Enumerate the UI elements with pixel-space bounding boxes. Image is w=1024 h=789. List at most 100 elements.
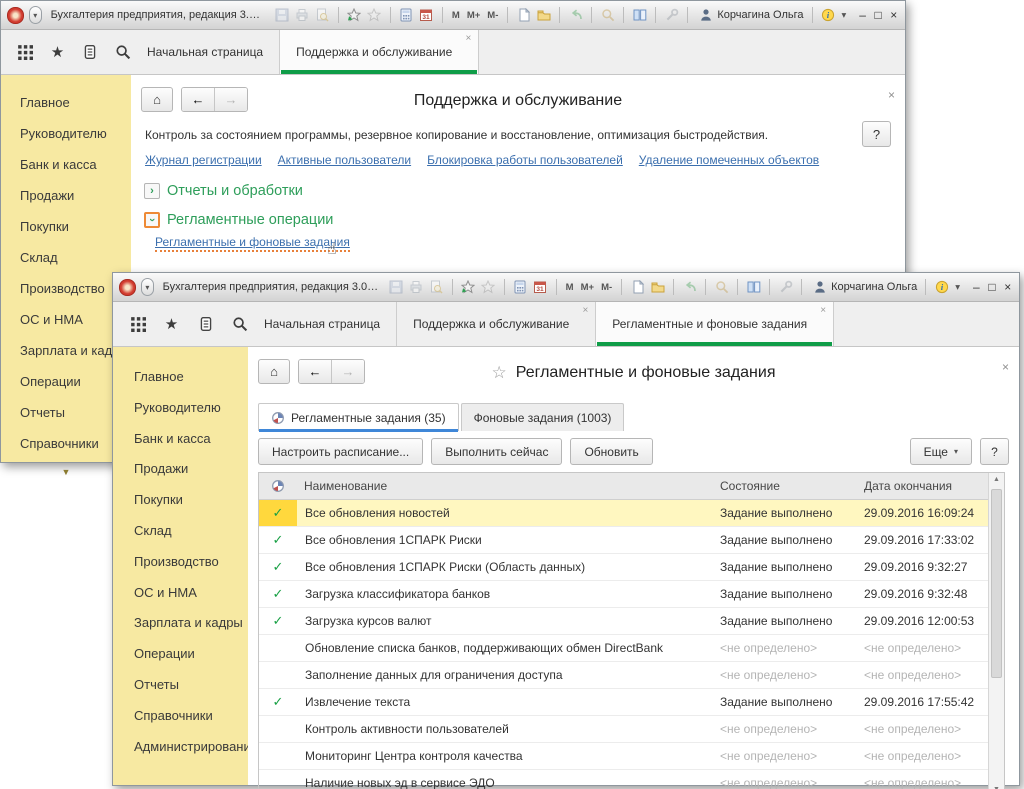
open-document-icon[interactable] bbox=[536, 8, 551, 23]
table-row[interactable]: Заполнение данных для ограничения доступ… bbox=[259, 662, 1004, 689]
service-settings-icon[interactable] bbox=[664, 8, 679, 23]
new-document-icon[interactable] bbox=[516, 8, 531, 23]
app-icon[interactable] bbox=[7, 7, 24, 24]
close-tab-icon[interactable]: × bbox=[820, 306, 826, 316]
print-preview-icon[interactable] bbox=[429, 280, 444, 295]
open-document-icon[interactable] bbox=[650, 280, 665, 295]
favorites-icon[interactable] bbox=[367, 8, 382, 23]
sidebar-item-банк-и-касса[interactable]: Банк и касса bbox=[20, 155, 131, 186]
main-menu-button[interactable]: ▾ bbox=[29, 6, 42, 24]
info-icon[interactable]: i bbox=[821, 8, 836, 23]
expand-reports-button[interactable]: › bbox=[144, 183, 160, 199]
table-row[interactable]: ✓ Все обновления 1СПАРК Риски (Область д… bbox=[259, 554, 1004, 581]
maximize-button[interactable]: □ bbox=[987, 279, 998, 295]
sidebar-item-банк-и-касса[interactable]: Банк и касса bbox=[134, 429, 248, 460]
sidebar-item-покупки[interactable]: Покупки bbox=[134, 490, 248, 521]
main-menu-button[interactable]: ▾ bbox=[141, 278, 154, 296]
calc-memory-button[interactable]: M- bbox=[486, 10, 499, 21]
split-view-icon[interactable] bbox=[746, 280, 761, 295]
command-link[interactable]: Удаление помеченных объектов bbox=[639, 153, 819, 167]
column-header-name[interactable]: Наименование bbox=[297, 479, 713, 493]
window-tab[interactable]: Поддержка и обслуживание× bbox=[397, 302, 596, 346]
calc-memory-button[interactable]: M+ bbox=[580, 282, 595, 293]
close-page-icon[interactable]: × bbox=[1002, 360, 1009, 374]
window-tab[interactable]: Начальная страница bbox=[131, 30, 280, 74]
close-button[interactable]: × bbox=[888, 7, 899, 23]
tab-scheduled-jobs[interactable]: Регламентные задания (35) bbox=[258, 403, 459, 431]
column-header-state[interactable]: Состояние bbox=[713, 479, 857, 493]
sidebar-item-руководителю[interactable]: Руководителю bbox=[134, 398, 248, 429]
sidebar-item-администрирование[interactable]: Администрирование bbox=[134, 737, 248, 768]
save-icon[interactable] bbox=[389, 280, 404, 295]
sidebar-item-ос-и-нма[interactable]: ОС и НМА bbox=[134, 583, 248, 614]
add-to-favorites-icon[interactable] bbox=[461, 280, 476, 295]
close-tab-icon[interactable]: × bbox=[582, 306, 588, 316]
print-icon[interactable] bbox=[295, 8, 310, 23]
window-tab[interactable]: Начальная страница bbox=[248, 302, 397, 346]
close-button[interactable]: × bbox=[1002, 279, 1013, 295]
sidebar-item-покупки[interactable]: Покупки bbox=[20, 217, 131, 248]
scheduled-jobs-link[interactable]: Регламентные и фоновые задания bbox=[155, 235, 350, 252]
titlebar-dropdown-icon[interactable]: ▾ bbox=[954, 282, 961, 293]
sidebar-item-операции[interactable]: Операции bbox=[134, 644, 248, 675]
calc-memory-button[interactable]: M+ bbox=[466, 10, 481, 21]
sidebar-item-главное[interactable]: Главное bbox=[20, 93, 131, 124]
table-row[interactable]: Контроль активности пользователей <не оп… bbox=[259, 716, 1004, 743]
minimize-button[interactable]: – bbox=[857, 7, 868, 23]
section-scheduled-label[interactable]: Регламентные операции bbox=[167, 212, 333, 228]
sidebar-item-продажи[interactable]: Продажи bbox=[134, 459, 248, 490]
app-icon[interactable] bbox=[119, 279, 136, 296]
sidebar-item-справочники[interactable]: Справочники bbox=[134, 706, 248, 737]
help-button[interactable]: ? bbox=[980, 438, 1009, 465]
undo-icon[interactable] bbox=[568, 8, 583, 23]
calculator-icon[interactable] bbox=[513, 280, 528, 295]
command-link[interactable]: Активные пользователи bbox=[278, 153, 411, 167]
table-row[interactable]: Наличие новых эд в сервисе ЭДО <не опред… bbox=[259, 770, 1004, 789]
search-menu-icon[interactable] bbox=[115, 44, 131, 61]
close-page-icon[interactable]: × bbox=[888, 88, 895, 102]
scrollbar-thumb[interactable] bbox=[991, 489, 1002, 678]
find-icon[interactable] bbox=[714, 280, 729, 295]
configure-schedule-button[interactable]: Настроить расписание... bbox=[258, 438, 423, 465]
sections-menu-icon[interactable] bbox=[129, 316, 146, 333]
new-document-icon[interactable] bbox=[630, 280, 645, 295]
calendar-icon[interactable]: 31 bbox=[533, 280, 548, 295]
titlebar-dropdown-icon[interactable]: ▾ bbox=[841, 10, 848, 21]
section-reports-label[interactable]: Отчеты и обработки bbox=[167, 183, 303, 199]
service-settings-icon[interactable] bbox=[778, 280, 793, 295]
maximize-button[interactable]: □ bbox=[873, 7, 884, 23]
save-icon[interactable] bbox=[275, 8, 290, 23]
sidebar-item-главное[interactable]: Главное bbox=[134, 367, 248, 398]
more-button[interactable]: Еще ▾ bbox=[910, 438, 972, 465]
calc-memory-button[interactable]: M bbox=[451, 10, 461, 21]
print-icon[interactable] bbox=[409, 280, 424, 295]
sidebar-item-производство[interactable]: Производство bbox=[134, 552, 248, 583]
window-tab[interactable]: Регламентные и фоновые задания× bbox=[596, 302, 834, 346]
sections-menu-icon[interactable] bbox=[17, 44, 33, 61]
split-view-icon[interactable] bbox=[632, 8, 647, 23]
favorite-star-icon[interactable]: ☆ bbox=[491, 363, 506, 383]
column-header-date[interactable]: Дата окончания bbox=[857, 479, 991, 493]
table-scrollbar[interactable]: ▲ ▼ bbox=[988, 473, 1004, 789]
table-row[interactable]: Мониторинг Центра контроля качества <не … bbox=[259, 743, 1004, 770]
favorites-menu-icon[interactable]: ★ bbox=[50, 44, 65, 61]
home-button[interactable]: ⌂ bbox=[258, 359, 290, 384]
find-icon[interactable] bbox=[600, 8, 615, 23]
sidebar-item-продажи[interactable]: Продажи bbox=[20, 186, 131, 217]
sidebar-item-руководителю[interactable]: Руководителю bbox=[20, 124, 131, 155]
command-link[interactable]: Блокировка работы пользователей bbox=[427, 153, 623, 167]
table-row[interactable]: ✓ Все обновления новостей Задание выполн… bbox=[259, 500, 1004, 527]
table-row[interactable]: ✓ Все обновления 1СПАРК Риски Задание вы… bbox=[259, 527, 1004, 554]
table-row[interactable]: Обновление списка банков, поддерживающих… bbox=[259, 635, 1004, 662]
history-menu-icon[interactable] bbox=[197, 316, 214, 333]
refresh-button[interactable]: Обновить bbox=[570, 438, 652, 465]
search-menu-icon[interactable] bbox=[231, 316, 248, 333]
tab-background-jobs[interactable]: Фоновые задания (1003) bbox=[461, 403, 625, 431]
sidebar-item-склад[interactable]: Склад bbox=[134, 521, 248, 552]
calc-memory-button[interactable]: M- bbox=[600, 282, 613, 293]
command-link[interactable]: Журнал регистрации bbox=[145, 153, 262, 167]
sidebar-item-отчеты[interactable]: Отчеты bbox=[134, 675, 248, 706]
table-row[interactable]: ✓ Загрузка классификатора банков Задание… bbox=[259, 581, 1004, 608]
add-to-favorites-icon[interactable] bbox=[347, 8, 362, 23]
history-menu-icon[interactable] bbox=[82, 44, 98, 61]
